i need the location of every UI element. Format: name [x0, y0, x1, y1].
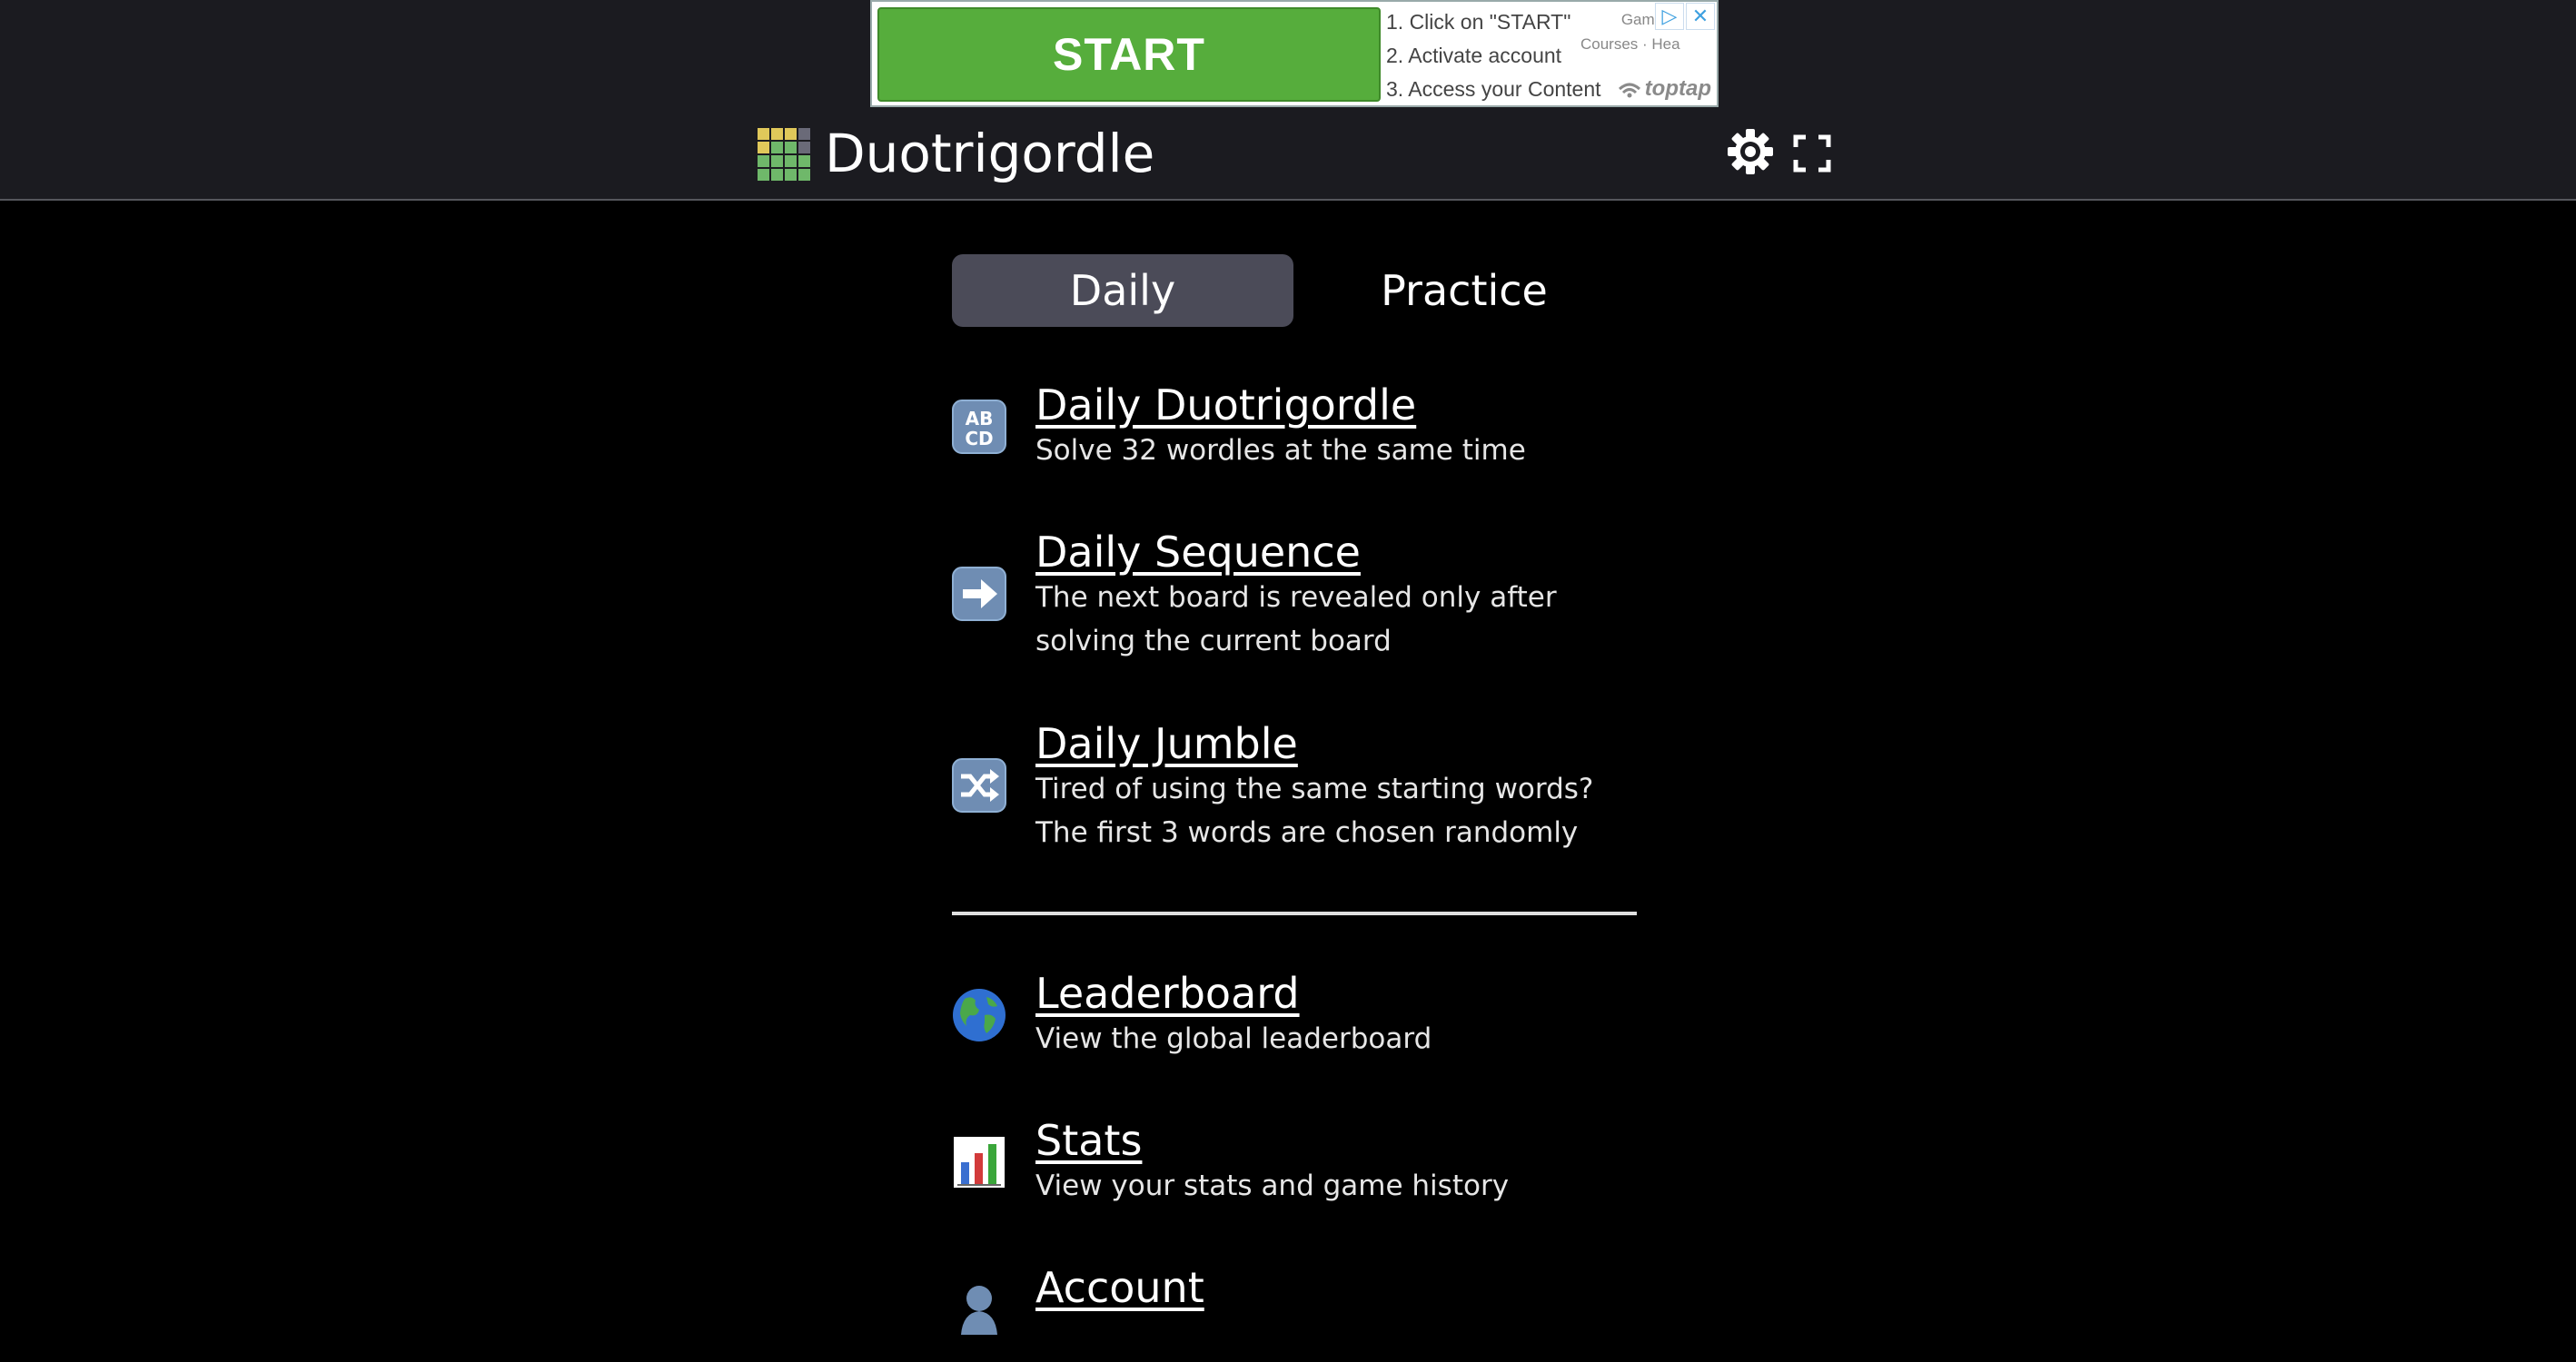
svg-text:CD: CD	[965, 428, 993, 449]
app-title: Duotrigordle	[825, 123, 1155, 184]
tab-practice[interactable]: Practice	[1293, 254, 1635, 327]
item-title[interactable]: Leaderboard	[1035, 968, 1300, 1019]
logo-grid-cell	[758, 128, 769, 140]
ad-start-button[interactable]: START	[877, 7, 1381, 102]
abcd-icon: AB CD	[952, 400, 1006, 454]
adchoices-icon[interactable]: ▷	[1655, 3, 1684, 30]
top-bar: START 1. Click on "START" 2. Activate ac…	[0, 0, 2576, 201]
logo-grid-cell	[798, 128, 810, 140]
logo-grid-cell	[785, 142, 797, 153]
item-title[interactable]: Daily Jumble	[1035, 718, 1298, 769]
ad-steps: 1. Click on "START" 2. Activate account …	[1386, 5, 1613, 106]
logo-grid-cell	[771, 155, 783, 167]
logo-grid-cell	[798, 155, 810, 167]
item-title[interactable]: Daily Duotrigordle	[1035, 380, 1416, 430]
item-description: Tired of using the same starting words? …	[1035, 773, 1594, 849]
logo-grid-cell	[758, 142, 769, 153]
fullscreen-button[interactable]	[1793, 134, 1831, 173]
person-icon	[961, 1286, 997, 1335]
ad-banner[interactable]: START 1. Click on "START" 2. Activate ac…	[870, 0, 1719, 107]
shuffle-icon	[952, 758, 1006, 813]
item-title[interactable]: Stats	[1035, 1115, 1142, 1166]
daily-duotrigordle-link[interactable]: AB CD Daily Duotrigordle Solve 32 wordle…	[952, 380, 1642, 479]
ad-step: 1. Click on "START"	[1386, 10, 1571, 34]
item-description: View your stats and game history	[1035, 1170, 1510, 1202]
item-title[interactable]: Daily Sequence	[1035, 527, 1361, 577]
right-arrow-icon	[952, 567, 1006, 621]
ad-brand: toptap	[1618, 76, 1711, 102]
account-link[interactable]: Account	[952, 1262, 1642, 1362]
item-description: The next board is revealed only after so…	[1035, 581, 1557, 657]
logo-grid-cell	[798, 169, 810, 181]
fullscreen-icon	[1793, 134, 1831, 173]
globe-icon	[953, 989, 1006, 1041]
gear-icon	[1728, 129, 1773, 174]
logo-grid-cell	[771, 169, 783, 181]
item-title[interactable]: Account	[1035, 1262, 1204, 1313]
item-description: View the global leaderboard	[1035, 1022, 1432, 1055]
tab-daily[interactable]: Daily	[952, 254, 1293, 327]
ad-category: Courses · Health	[1580, 35, 1680, 53]
ad-close-icon[interactable]: ✕	[1686, 3, 1715, 30]
logo-grid-cell	[798, 142, 810, 153]
logo-grid-cell	[785, 169, 797, 181]
logo-grid-cell	[785, 128, 797, 140]
settings-button[interactable]	[1726, 127, 1775, 176]
bar-chart-icon	[954, 1137, 1005, 1188]
stats-link[interactable]: Stats View your stats and game history	[952, 1115, 1642, 1215]
logo-grid-cell	[758, 155, 769, 167]
logo-grid-cell	[758, 169, 769, 181]
section-divider	[952, 912, 1637, 915]
ad-step: 3. Access your Content	[1386, 77, 1601, 101]
daily-jumble-link[interactable]: Daily Jumble Tired of using the same sta…	[952, 718, 1642, 854]
logo-grid-cell	[785, 155, 797, 167]
ad-brand-name: toptap	[1644, 76, 1711, 101]
logo-grid-cell	[771, 128, 783, 140]
svg-text:AB: AB	[966, 408, 994, 429]
ad-controls: ▷ ✕	[1655, 3, 1715, 30]
logo-grid-icon	[758, 128, 810, 181]
logo-grid-cell	[771, 142, 783, 153]
wifi-icon	[1618, 83, 1640, 98]
ad-step: 2. Activate account	[1386, 44, 1562, 67]
leaderboard-link[interactable]: Leaderboard View the global leaderboard	[952, 968, 1642, 1068]
daily-sequence-link[interactable]: Daily Sequence The next board is reveale…	[952, 527, 1642, 663]
item-description: Solve 32 wordles at the same time	[1035, 434, 1526, 467]
